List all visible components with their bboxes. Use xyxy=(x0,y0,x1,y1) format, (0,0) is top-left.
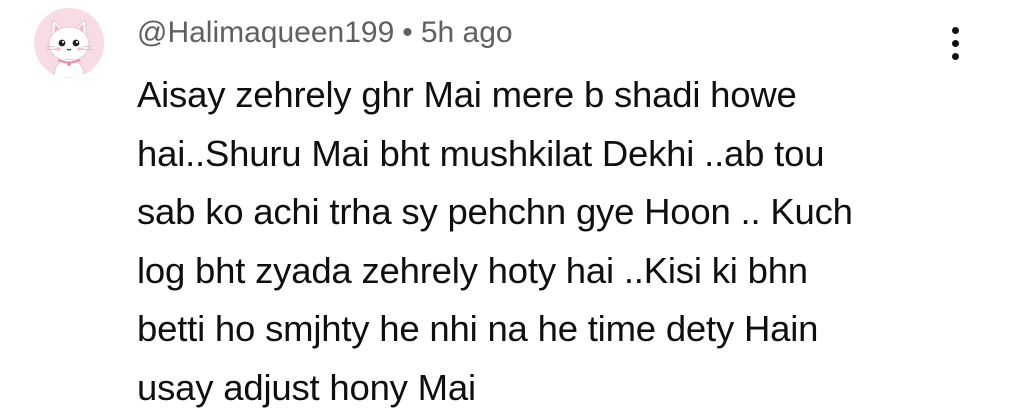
comment-timestamp[interactable]: 5h ago xyxy=(421,16,513,49)
more-vertical-icon-dot xyxy=(951,52,959,60)
comment-author[interactable]: @Halimaqueen199 xyxy=(137,16,394,49)
more-vertical-icon xyxy=(951,26,959,34)
avatar[interactable] xyxy=(34,8,104,78)
meta-separator: • xyxy=(402,16,413,49)
comment-text: Aisay zehrely ghr Mai mere b shadi howe … xyxy=(137,74,853,408)
cat-avatar-icon xyxy=(34,8,104,78)
comment-header: @Halimaqueen199 • 5h ago xyxy=(137,14,513,52)
more-vertical-icon-dot xyxy=(951,39,959,47)
comment-item: @Halimaqueen199 • 5h ago Aisay zehrely ghr… xyxy=(0,0,1024,419)
more-options-button[interactable] xyxy=(938,18,972,68)
